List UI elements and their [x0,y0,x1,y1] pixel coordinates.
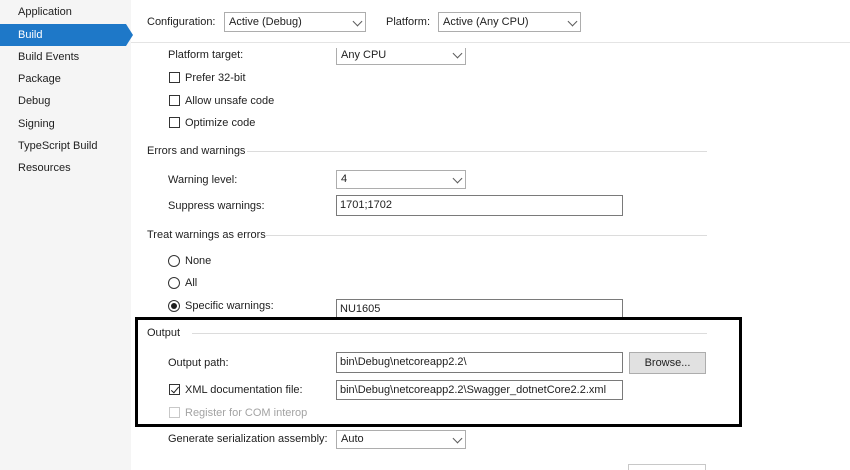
warning-level-dropdown[interactable]: 4 [336,170,466,189]
sidebar-item-debug[interactable]: Debug [0,90,131,112]
sidebar-item-label: Application [18,6,72,18]
prefer-32bit-label: Prefer 32-bit [185,72,246,84]
warning-level-value: 4 [341,173,348,185]
serialization-dropdown[interactable]: Auto [336,430,466,449]
toolbar-divider [131,42,850,43]
sidebar-item-label: Resources [18,162,71,174]
suppress-warnings-input[interactable]: 1701;1702 [336,195,623,216]
errors-warnings-header: Errors and warnings [147,145,246,157]
suppress-warnings-label: Suppress warnings: [168,200,265,212]
chevron-down-icon [452,433,463,444]
chevron-down-icon [567,16,578,27]
platform-target-value: Any CPU [341,49,387,61]
sidebar-item-build-events[interactable]: Build Events [0,46,131,68]
platform-label: Platform: [386,16,431,28]
treat-none-radio[interactable] [168,255,180,267]
treat-all-label: All [185,277,198,289]
platform-dropdown[interactable]: Active (Any CPU) [438,12,581,32]
sidebar: Application Build Build Events Package D… [0,0,133,470]
configuration-value: Active (Debug) [229,16,302,28]
serialization-label: Generate serialization assembly: [168,433,328,445]
treat-warnings-header: Treat warnings as errors [147,229,266,241]
platform-target-label: Platform target: [168,49,244,61]
radio-selected-dot [171,303,177,309]
sidebar-item-label: TypeScript Build [18,140,98,152]
configuration-dropdown[interactable]: Active (Debug) [224,12,366,32]
prefer-32bit-checkbox[interactable] [169,72,180,83]
sidebar-item-label: Build [18,29,43,41]
treat-specific-radio[interactable] [168,300,180,312]
sidebar-item-label: Debug [18,95,51,107]
platform-value: Active (Any CPU) [443,16,529,28]
allow-unsafe-checkbox[interactable] [169,95,180,106]
optimize-code-label: Optimize code [185,117,256,129]
sidebar-item-typescript-build[interactable]: TypeScript Build [0,135,131,157]
serialization-value: Auto [341,433,364,445]
chevron-down-icon [352,16,363,27]
chevron-down-icon [452,48,463,59]
treat-all-radio[interactable] [168,277,180,289]
sidebar-item-build[interactable]: Build [0,24,126,46]
allow-unsafe-label: Allow unsafe code [185,95,275,107]
suppress-warnings-value: 1701;1702 [340,199,392,211]
specific-warnings-value: NU1605 [340,303,381,315]
platform-target-dropdown[interactable]: Any CPU [336,48,466,65]
sidebar-item-signing[interactable]: Signing [0,113,131,135]
chevron-down-icon [452,173,463,184]
sidebar-item-label: Signing [18,118,55,130]
optimize-code-checkbox[interactable] [169,117,180,128]
configuration-label: Configuration: [147,16,216,28]
treat-group-divider [266,235,707,236]
sidebar-item-resources[interactable]: Resources [0,157,131,179]
sidebar-item-application[interactable]: Application [0,1,131,23]
output-highlight-box [135,317,742,427]
treat-none-label: None [185,255,212,267]
sidebar-item-label: Package [18,73,61,85]
specific-warnings-input[interactable]: NU1605 [336,299,623,319]
errors-group-divider [247,151,707,152]
sidebar-item-package[interactable]: Package [0,68,131,90]
partially-visible-button[interactable] [628,464,706,470]
warning-level-label: Warning level: [168,174,238,186]
treat-specific-label: Specific warnings: [185,300,274,312]
sidebar-item-label: Build Events [18,51,80,63]
